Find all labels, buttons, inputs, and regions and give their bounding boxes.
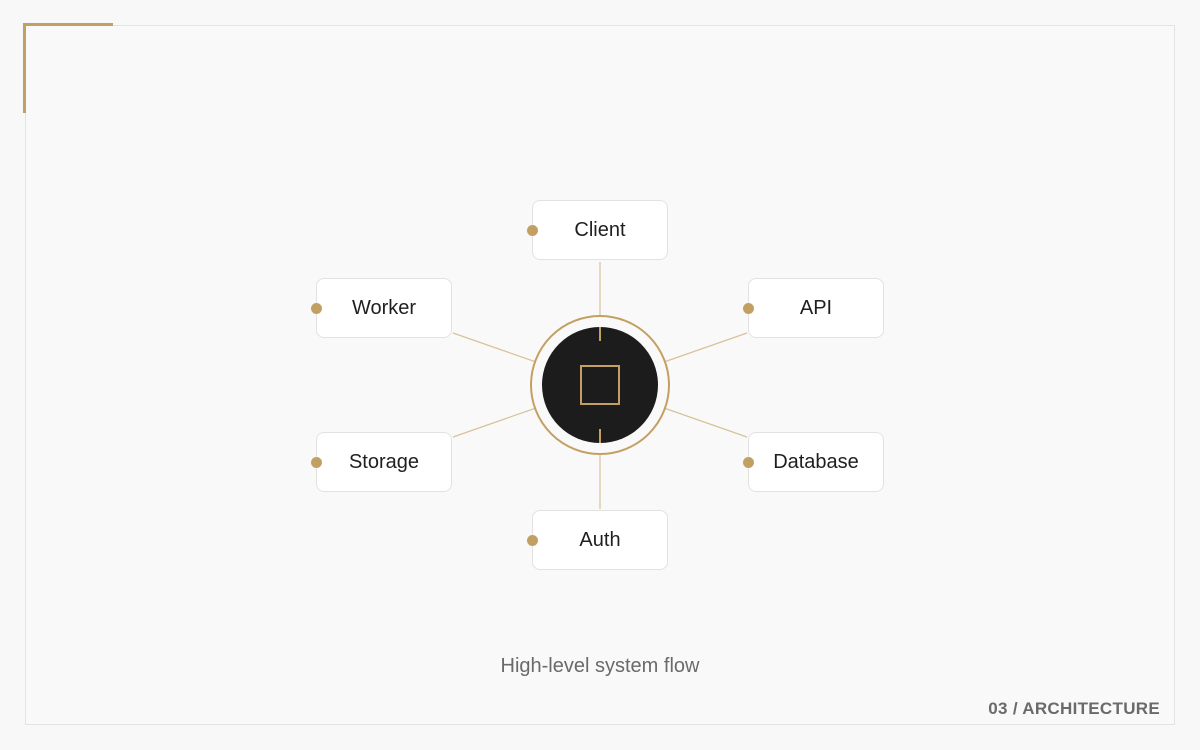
- section-number: 03: [988, 699, 1008, 718]
- node-dot-icon: [743, 456, 754, 468]
- node-label: Auth: [579, 528, 621, 551]
- node-client[interactable]: Client: [527, 200, 668, 260]
- node-auth[interactable]: Auth: [527, 510, 668, 570]
- node-dot-icon: [527, 534, 538, 546]
- hub-tick-top: [599, 327, 601, 341]
- section-title: ARCHITECTURE: [1022, 699, 1160, 718]
- node-label: API: [799, 296, 833, 319]
- node-dot-icon: [311, 456, 322, 468]
- node-api[interactable]: API: [743, 278, 884, 338]
- section-separator: /: [1012, 699, 1018, 718]
- node-label: Storage: [348, 450, 420, 473]
- hub-tick-bottom: [599, 429, 601, 443]
- node-label: Database: [773, 450, 859, 473]
- edge-hub-database: [663, 407, 748, 438]
- section-label: 03 / ARCHITECTURE: [988, 699, 1160, 719]
- node-label: Client: [574, 218, 626, 241]
- node-dot-icon: [311, 302, 322, 314]
- node-dot-icon: [527, 224, 538, 236]
- node-storage[interactable]: Storage: [311, 432, 452, 492]
- edge-hub-storage: [452, 407, 537, 438]
- square-outline-icon: [580, 365, 620, 405]
- diagram-caption: High-level system flow: [500, 655, 700, 677]
- node-worker[interactable]: Worker: [311, 278, 452, 338]
- node-label: Worker: [351, 296, 417, 319]
- node-dot-icon: [743, 302, 754, 314]
- node-database[interactable]: Database: [743, 432, 884, 492]
- edge-hub-worker: [452, 332, 537, 363]
- edge-hub-api: [663, 332, 748, 363]
